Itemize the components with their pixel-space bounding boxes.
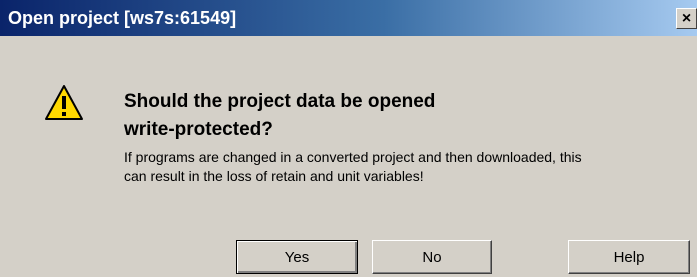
- no-button-label: No: [422, 248, 442, 266]
- message-headline: Should the project data be opened write-…: [124, 88, 564, 144]
- no-button[interactable]: No: [372, 240, 492, 274]
- detail-line-1: If programs are changed in a converted p…: [124, 149, 582, 165]
- close-icon: ×: [681, 9, 692, 27]
- open-project-dialog: Open project [ws7s:61549] × Should the p…: [0, 0, 697, 277]
- detail-line-2: can result in the loss of retain and uni…: [124, 168, 424, 184]
- yes-button-label: Yes: [284, 248, 310, 266]
- close-button[interactable]: ×: [676, 8, 697, 29]
- headline-line-2: write-protected?: [124, 119, 273, 140]
- message-detail: If programs are changed in a converted p…: [124, 148, 684, 186]
- title-bar[interactable]: Open project [ws7s:61549] ×: [0, 0, 697, 36]
- headline-line-1: Should the project data be opened: [124, 91, 436, 112]
- help-button[interactable]: Help: [568, 240, 690, 274]
- window-title: Open project [ws7s:61549]: [8, 8, 237, 28]
- help-button-label: Help: [613, 248, 645, 266]
- yes-button[interactable]: Yes: [236, 240, 358, 274]
- warning-icon: [45, 85, 83, 120]
